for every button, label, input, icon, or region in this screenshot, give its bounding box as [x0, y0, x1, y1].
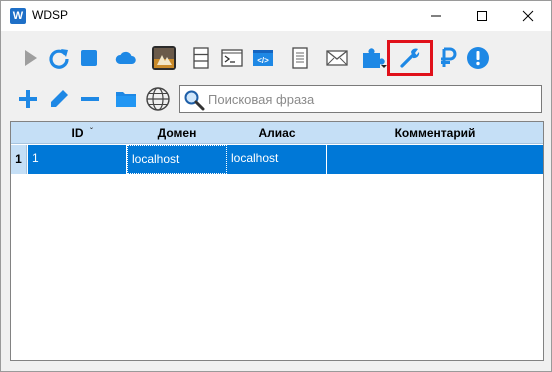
- cell-alias[interactable]: localhost: [227, 145, 327, 174]
- wrench-highlight-box: [387, 40, 433, 76]
- landscape-image-icon[interactable]: [151, 45, 177, 71]
- window-title: WDSP: [32, 8, 68, 22]
- code-icon[interactable]: </>: [251, 46, 275, 70]
- globe-icon[interactable]: [145, 86, 171, 112]
- alert-icon[interactable]: [466, 46, 490, 70]
- table-header: ˇ ID Домен Алиас Комментарий: [11, 122, 543, 144]
- cell-comment[interactable]: [327, 145, 543, 174]
- play-icon[interactable]: [18, 46, 42, 70]
- maximize-button[interactable]: [459, 1, 505, 31]
- ruble-icon[interactable]: [436, 46, 460, 70]
- edit-icon[interactable]: [47, 87, 71, 111]
- maximize-icon: [477, 11, 487, 21]
- title-bar[interactable]: W WDSP: [1, 1, 551, 31]
- cloud-icon[interactable]: [114, 46, 138, 70]
- svg-text:</>: </>: [257, 56, 269, 65]
- minimize-icon: [431, 15, 441, 17]
- app-window: W WDSP </> Поисковая фраза ˇ ID Домен Ал…: [0, 0, 552, 372]
- cell-id[interactable]: 1: [28, 145, 127, 174]
- search-input[interactable]: [208, 89, 538, 109]
- terminal-icon[interactable]: [220, 46, 244, 70]
- domains-table[interactable]: ˇ ID Домен Алиас Комментарий 1 1 localho…: [10, 121, 544, 361]
- refresh-icon[interactable]: [47, 46, 71, 70]
- close-button[interactable]: [505, 1, 551, 31]
- stop-icon[interactable]: [77, 46, 101, 70]
- panels-icon[interactable]: [189, 46, 213, 70]
- column-header-domain[interactable]: Домен: [127, 122, 227, 144]
- remove-icon[interactable]: [78, 87, 102, 111]
- column-header-id[interactable]: ˇ ID: [28, 122, 127, 144]
- add-icon[interactable]: [16, 87, 40, 111]
- row-indicator[interactable]: 1: [11, 145, 27, 174]
- search-box[interactable]: [179, 85, 542, 113]
- folder-icon[interactable]: [114, 87, 138, 111]
- app-logo: W: [10, 8, 26, 24]
- close-icon: [522, 10, 534, 22]
- cell-domain[interactable]: localhost: [127, 145, 227, 174]
- minimize-button[interactable]: [413, 1, 459, 31]
- plugin-dropdown-icon[interactable]: [361, 46, 389, 70]
- document-icon[interactable]: [288, 46, 312, 70]
- mail-icon[interactable]: [325, 46, 349, 70]
- search-icon: [183, 89, 205, 111]
- table-row[interactable]: 1 1 localhost localhost: [11, 145, 543, 174]
- column-header-comment[interactable]: Комментарий: [327, 122, 543, 144]
- column-header-alias[interactable]: Алиас: [227, 122, 327, 144]
- sort-arrow-icon: ˇ: [90, 127, 93, 136]
